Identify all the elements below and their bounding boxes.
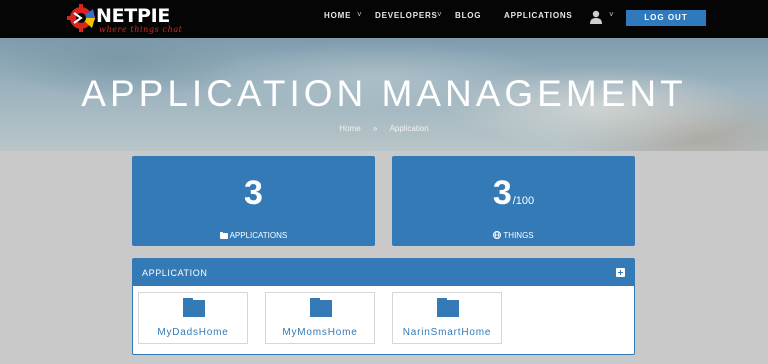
page-title: APPLICATION MANAGEMENT: [81, 73, 687, 114]
applications-stat-card: 3 APPLICATIONS: [132, 156, 375, 246]
chevron-down-icon[interactable]: ˅: [437, 10, 442, 19]
application-panel-title: APPLICATION: [142, 268, 208, 278]
app-tile-mymomshome[interactable]: MyMomsHome: [265, 292, 375, 344]
things-limit: /100: [512, 195, 535, 207]
nav-applications[interactable]: APPLICATIONS: [504, 11, 573, 20]
app-name: NarinSmartHome: [402, 327, 492, 338]
nav-blog[interactable]: BLOG: [455, 11, 481, 20]
applications-count: 3: [244, 174, 263, 212]
app-name: MyMomsHome: [282, 327, 358, 338]
breadcrumb-separator: »: [372, 124, 378, 133]
things-stat-card: 3/100 THINGS: [392, 156, 635, 246]
logout-button[interactable]: LOG OUT: [626, 10, 706, 26]
user-icon[interactable]: [589, 10, 603, 24]
hero-banner: APPLICATION MANAGEMENT Home » Applicatio…: [0, 38, 768, 151]
folder-icon: [219, 232, 228, 239]
gear-logo-icon: [67, 4, 95, 32]
things-count: 3: [492, 174, 512, 212]
brand-name: NETPIE: [96, 5, 171, 27]
brand-tagline: where things chat: [99, 25, 183, 34]
top-navbar: NETPIE where things chat HOME ˅ DEVELOPE…: [0, 0, 768, 38]
things-count-row: 3/100: [392, 174, 635, 213]
breadcrumb-home[interactable]: Home: [339, 124, 360, 133]
add-application-icon[interactable]: [616, 268, 625, 277]
applications-stat-label-row: APPLICATIONS: [132, 231, 375, 240]
user-menu-chevron-icon[interactable]: ˅: [609, 10, 614, 19]
nav-developers[interactable]: DEVELOPERS: [375, 11, 438, 20]
chevron-down-icon[interactable]: ˅: [357, 10, 362, 19]
folder-icon: [183, 298, 205, 317]
applications-stat-label: APPLICATIONS: [229, 231, 288, 240]
netpie-logo[interactable]: NETPIE where things chat: [66, 3, 196, 35]
app-tile-mydadshome[interactable]: MyDadsHome: [138, 292, 248, 344]
application-panel-header: APPLICATION: [133, 259, 634, 286]
things-stat-label-row: THINGS: [392, 231, 635, 240]
app-tile-narinsmarthome[interactable]: NarinSmartHome: [392, 292, 502, 344]
folder-icon: [310, 298, 332, 317]
breadcrumb-current: Application: [389, 124, 429, 133]
folder-icon: [437, 298, 459, 317]
nav-home[interactable]: HOME: [324, 11, 351, 20]
globe-icon: [493, 231, 502, 239]
app-name: MyDadsHome: [157, 327, 229, 338]
things-stat-label: THINGS: [503, 231, 534, 240]
breadcrumb: Home » Application: [0, 124, 768, 133]
